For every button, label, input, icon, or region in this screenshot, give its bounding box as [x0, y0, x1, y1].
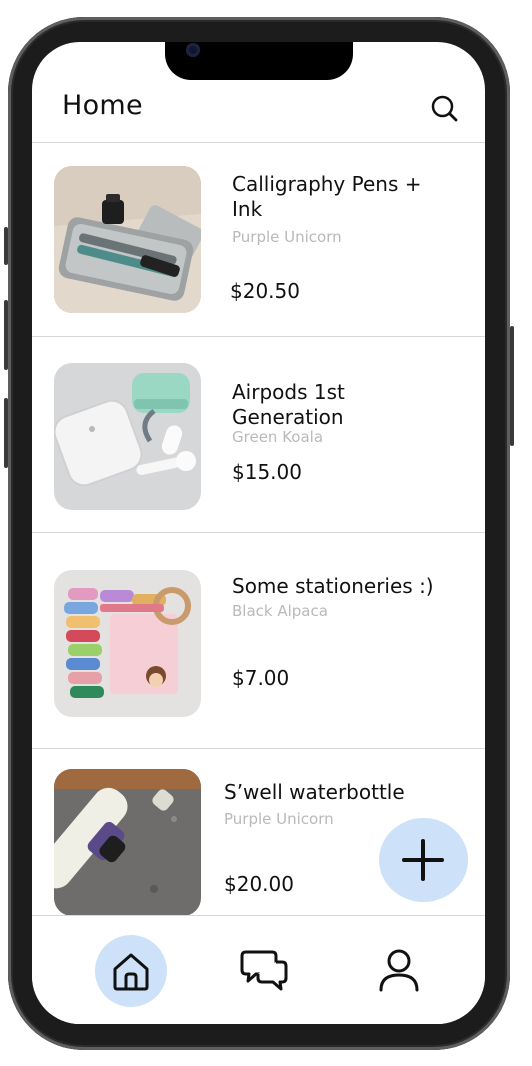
side-button-left — [4, 398, 8, 468]
listing-photo — [54, 570, 201, 717]
listing-seller: Black Alpaca — [232, 602, 328, 620]
home-icon — [113, 953, 149, 991]
listing-photo — [54, 166, 201, 313]
listing-price: $15.00 — [232, 460, 302, 484]
listing-title: S’well waterbottle — [224, 780, 405, 804]
listing-seller: Green Koala — [232, 428, 324, 446]
listing-price: $20.50 — [230, 279, 300, 303]
listing-photo — [54, 769, 201, 916]
phone-notch — [165, 42, 353, 80]
tab-chat[interactable] — [240, 946, 290, 996]
listing-photo — [54, 363, 201, 510]
listing-price: $7.00 — [232, 666, 290, 690]
side-button-right — [510, 326, 514, 446]
listing-title: Calligraphy Pens + Ink — [232, 172, 422, 221]
tab-profile[interactable] — [374, 946, 424, 996]
search-icon[interactable] — [430, 94, 460, 124]
tab-home[interactable] — [95, 935, 167, 1007]
phone-screen: Home Calligraphy Pens + Ink Purple Unico… — [32, 42, 485, 1024]
listing-price: $20.00 — [224, 872, 294, 896]
listing-seller: Purple Unicorn — [232, 228, 342, 246]
listing-seller: Purple Unicorn — [224, 810, 334, 828]
chat-icon — [240, 950, 288, 991]
side-button-left — [4, 300, 8, 370]
page-title: Home — [62, 90, 143, 121]
camera-icon — [186, 43, 200, 57]
profile-icon — [379, 949, 419, 992]
side-button-left — [4, 227, 8, 265]
listing-card[interactable]: Some stationeries :) Black Alpaca $7.00 — [32, 532, 485, 749]
listing-title: Airpods 1st Generation — [232, 380, 345, 429]
add-listing-button[interactable] — [379, 818, 468, 902]
bottom-tab-bar — [32, 915, 485, 1024]
listing-card[interactable]: Airpods 1st Generation Green Koala $15.0… — [32, 336, 485, 533]
listing-title: Some stationeries :) — [232, 574, 434, 598]
listing-card[interactable]: Calligraphy Pens + Ink Purple Unicorn $2… — [32, 142, 485, 337]
